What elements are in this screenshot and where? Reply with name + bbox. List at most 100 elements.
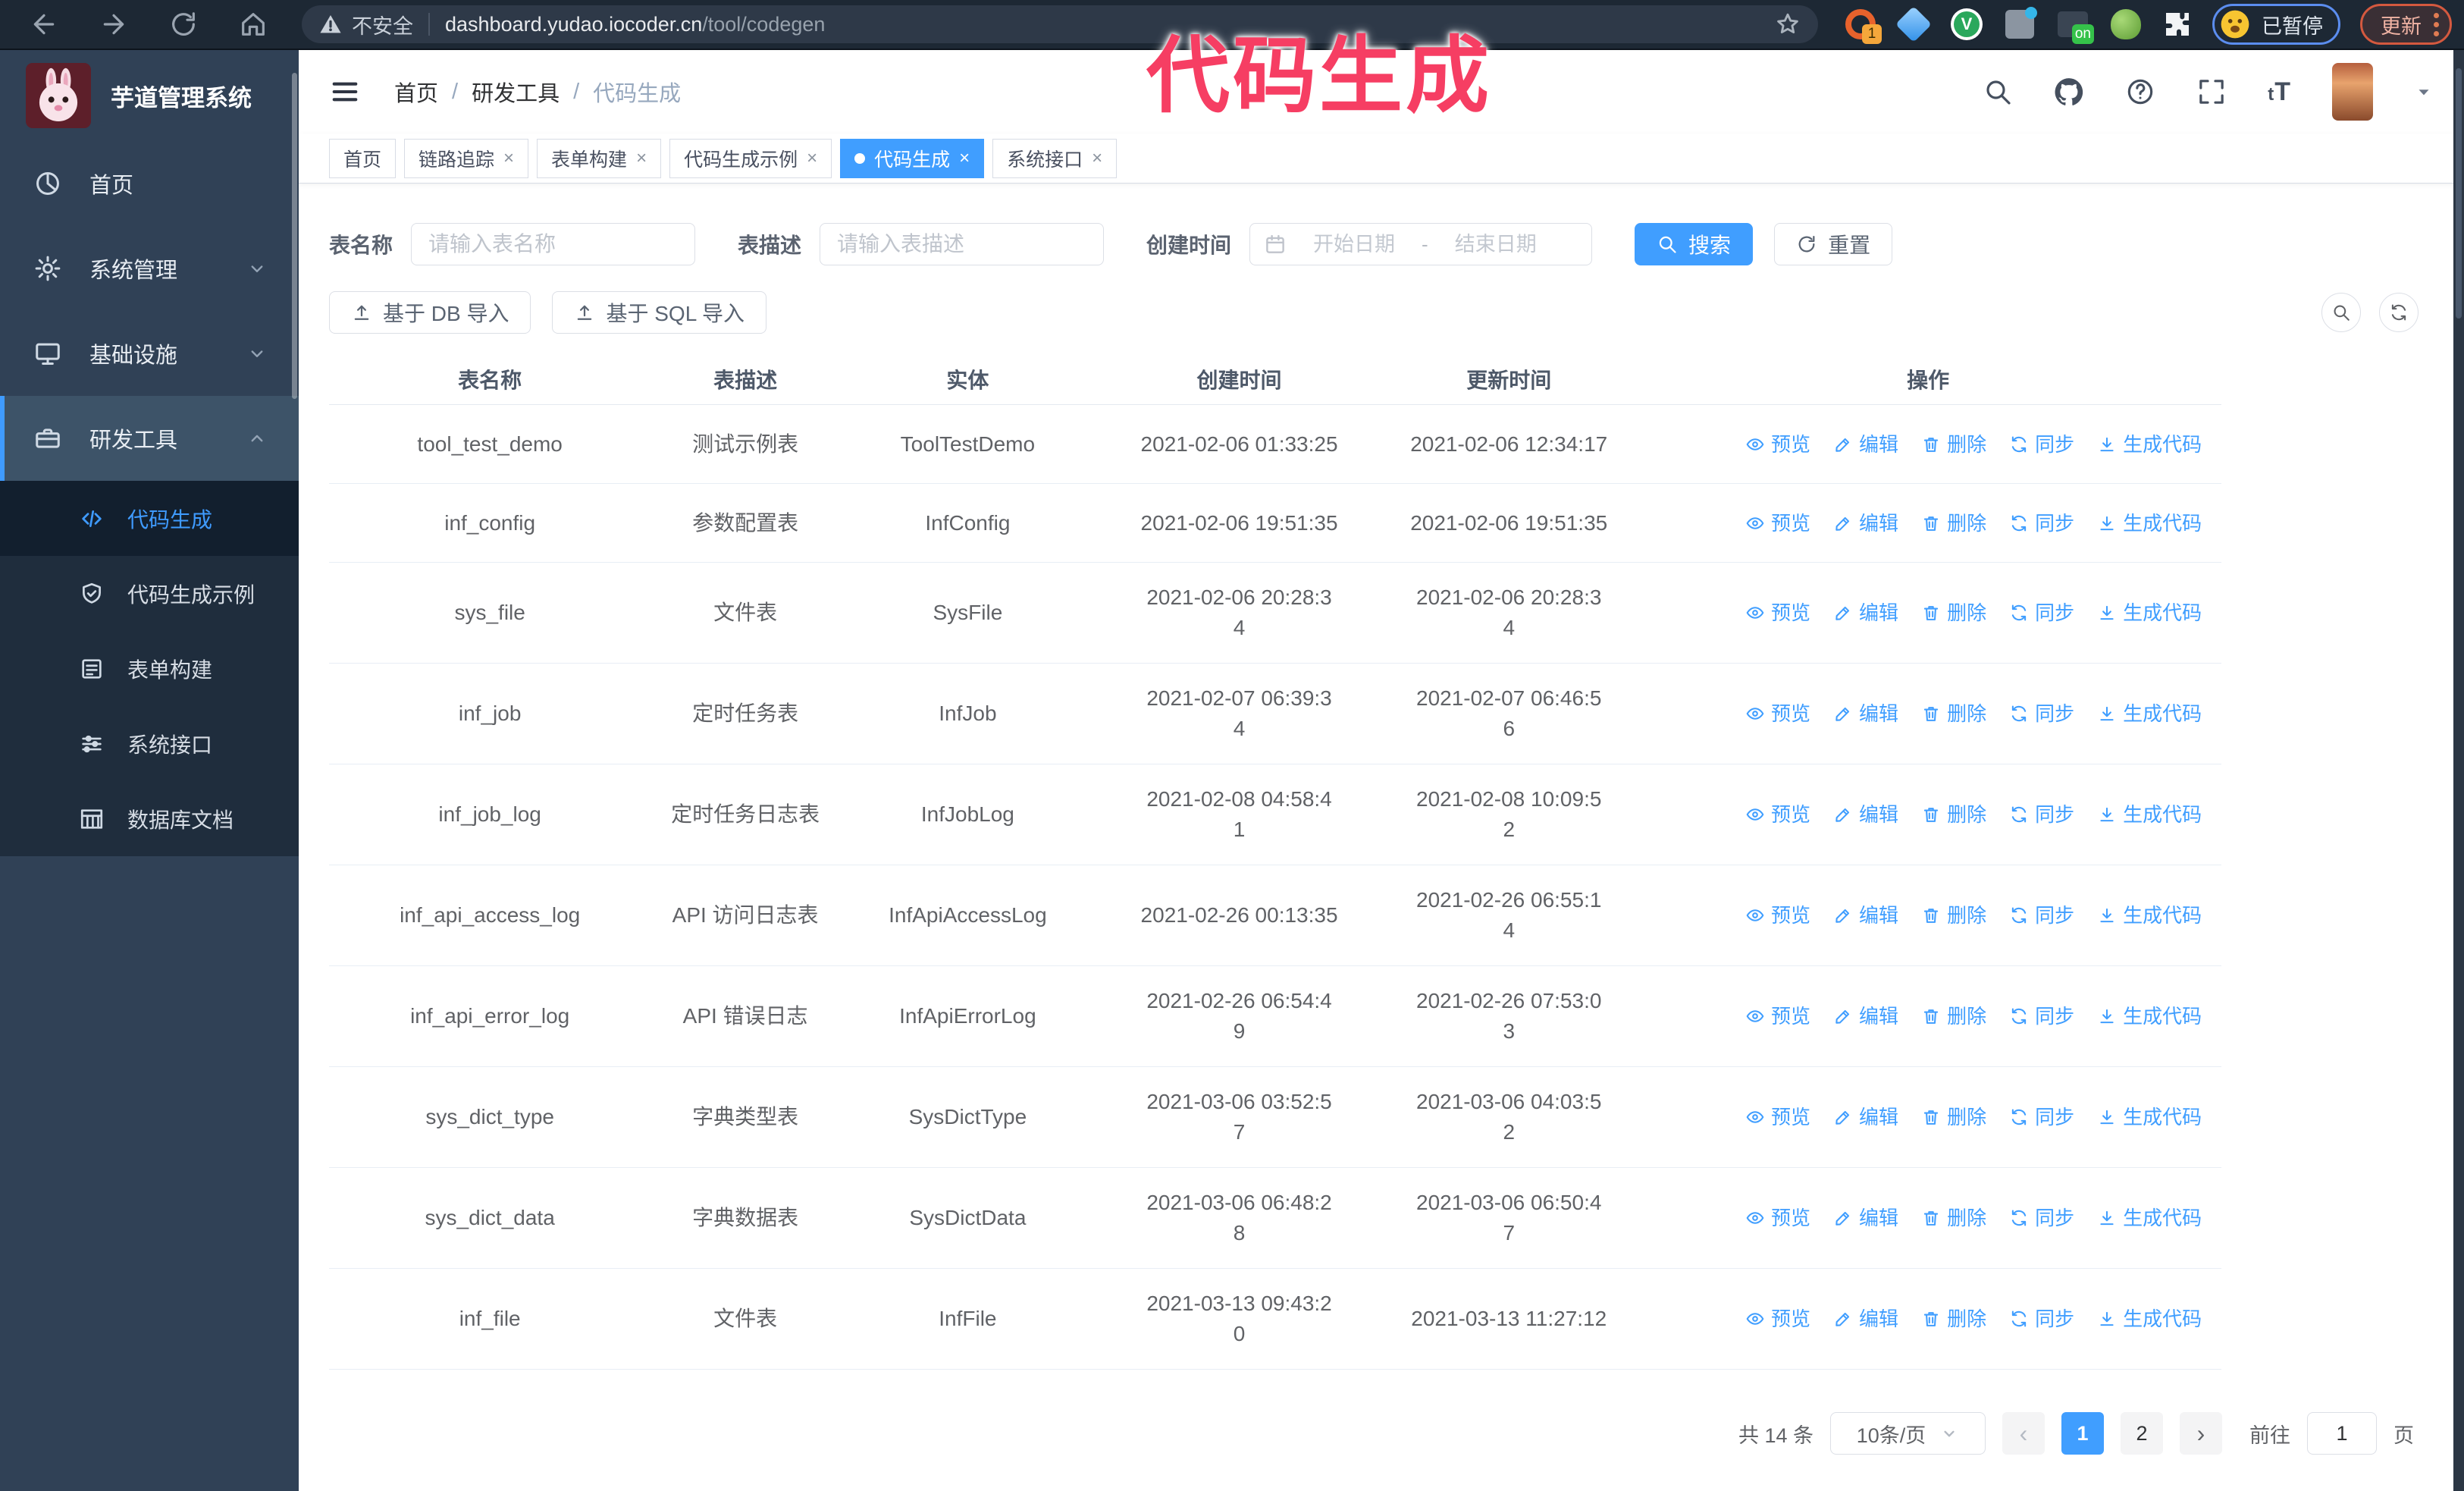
tab-表单构建[interactable]: 表单构建 × [537, 138, 662, 178]
预览-action-link[interactable]: 预览 [1745, 1001, 1810, 1031]
toggle-search-button[interactable] [2321, 293, 2361, 332]
address-bar[interactable]: 不安全 dashboard.yudao.iocoder.cn/tool/code… [302, 5, 1818, 43]
browser-update-button[interactable]: 更新 [2360, 4, 2452, 45]
reset-button[interactable]: 重置 [1774, 223, 1893, 265]
extension-grid-icon[interactable] [2003, 7, 2037, 41]
profile-paused-pill[interactable]: 已暂停 [2212, 4, 2340, 45]
page-button-1[interactable]: 1 [2061, 1412, 2104, 1455]
next-page-button[interactable]: › [2180, 1412, 2222, 1455]
browser-reload-icon[interactable] [168, 9, 199, 39]
同步-action-link[interactable]: 同步 [2009, 698, 2074, 729]
sidebar-scrollbar[interactable] [292, 73, 297, 399]
编辑-action-link[interactable]: 编辑 [1833, 698, 1898, 729]
page-size-select[interactable]: 10条/页 [1830, 1412, 1986, 1455]
sidebar-item-系统管理[interactable]: 系统管理 [0, 226, 299, 311]
生成代码-action-link[interactable]: 生成代码 [2097, 1304, 2202, 1334]
import-sql-button[interactable]: 基于 SQL 导入 [552, 291, 767, 334]
goto-page-input[interactable] [2307, 1412, 2377, 1455]
close-tab-icon[interactable]: × [807, 149, 817, 168]
browser-back-icon[interactable] [29, 9, 59, 39]
删除-action-link[interactable]: 删除 [1921, 1102, 1986, 1132]
sidebar-subitem-代码生成示例[interactable]: 代码生成示例 [0, 556, 299, 631]
生成代码-action-link[interactable]: 生成代码 [2097, 698, 2202, 729]
close-tab-icon[interactable]: × [503, 149, 514, 168]
sidebar-item-研发工具[interactable]: 研发工具 [0, 396, 299, 481]
预览-action-link[interactable]: 预览 [1745, 1102, 1810, 1132]
sidebar-logo[interactable]: 芋道管理系统 [0, 50, 299, 141]
import-db-button[interactable]: 基于 DB 导入 [329, 291, 531, 334]
date-start-input[interactable] [1297, 232, 1412, 256]
sidebar-subitem-数据库文档[interactable]: 数据库文档 [0, 781, 299, 856]
删除-action-link[interactable]: 删除 [1921, 900, 1986, 931]
同步-action-link[interactable]: 同步 [2009, 1304, 2074, 1334]
prev-page-button[interactable]: ‹ [2002, 1412, 2045, 1455]
预览-action-link[interactable]: 预览 [1745, 1304, 1810, 1334]
预览-action-link[interactable]: 预览 [1745, 429, 1810, 460]
预览-action-link[interactable]: 预览 [1745, 1203, 1810, 1233]
删除-action-link[interactable]: 删除 [1921, 508, 1986, 538]
编辑-action-link[interactable]: 编辑 [1833, 1203, 1898, 1233]
预览-action-link[interactable]: 预览 [1745, 598, 1810, 628]
编辑-action-link[interactable]: 编辑 [1833, 508, 1898, 538]
close-tab-icon[interactable]: × [636, 149, 647, 168]
生成代码-action-link[interactable]: 生成代码 [2097, 508, 2202, 538]
page-button-2[interactable]: 2 [2121, 1412, 2163, 1455]
bookmark-star-icon[interactable] [1774, 11, 1801, 38]
help-icon[interactable] [2125, 77, 2155, 107]
close-tab-icon[interactable]: × [959, 149, 970, 168]
extension-green-icon[interactable] [2109, 8, 2143, 41]
tab-代码生成示例[interactable]: 代码生成示例 × [669, 138, 832, 178]
同步-action-link[interactable]: 同步 [2009, 1102, 2074, 1132]
生成代码-action-link[interactable]: 生成代码 [2097, 900, 2202, 931]
删除-action-link[interactable]: 删除 [1921, 598, 1986, 628]
生成代码-action-link[interactable]: 生成代码 [2097, 1001, 2202, 1031]
collapse-sidebar-icon[interactable] [329, 77, 361, 106]
extension-orange-icon[interactable]: 1 [1844, 8, 1882, 44]
tab-首页[interactable]: 首页 [329, 138, 397, 178]
同步-action-link[interactable]: 同步 [2009, 1203, 2074, 1233]
编辑-action-link[interactable]: 编辑 [1833, 1304, 1898, 1334]
预览-action-link[interactable]: 预览 [1745, 900, 1810, 931]
生成代码-action-link[interactable]: 生成代码 [2097, 1102, 2202, 1132]
删除-action-link[interactable]: 删除 [1921, 1203, 1986, 1233]
refresh-table-button[interactable] [2379, 293, 2419, 332]
search-button[interactable]: 搜索 [1635, 223, 1754, 265]
extension-dark-icon[interactable]: on [2056, 8, 2094, 44]
编辑-action-link[interactable]: 编辑 [1833, 799, 1898, 830]
预览-action-link[interactable]: 预览 [1745, 799, 1810, 830]
page-scrollbar[interactable] [2453, 50, 2464, 1491]
编辑-action-link[interactable]: 编辑 [1833, 1102, 1898, 1132]
预览-action-link[interactable]: 预览 [1745, 508, 1810, 538]
close-tab-icon[interactable]: × [1092, 149, 1102, 168]
生成代码-action-link[interactable]: 生成代码 [2097, 799, 2202, 830]
sidebar-subitem-代码生成[interactable]: 代码生成 [0, 481, 299, 556]
sidebar-subitem-系统接口[interactable]: 系统接口 [0, 706, 299, 781]
编辑-action-link[interactable]: 编辑 [1833, 1001, 1898, 1031]
tab-系统接口[interactable]: 系统接口 × [992, 138, 1118, 178]
browser-menu-icon[interactable] [2434, 12, 2439, 36]
date-end-input[interactable] [1438, 232, 1553, 256]
browser-home-icon[interactable] [238, 9, 268, 39]
编辑-action-link[interactable]: 编辑 [1833, 900, 1898, 931]
同步-action-link[interactable]: 同步 [2009, 429, 2074, 460]
同步-action-link[interactable]: 同步 [2009, 1001, 2074, 1031]
font-size-icon[interactable]: tT [2268, 77, 2291, 107]
删除-action-link[interactable]: 删除 [1921, 698, 1986, 729]
同步-action-link[interactable]: 同步 [2009, 508, 2074, 538]
tab-链路追踪[interactable]: 链路追踪 × [404, 138, 529, 178]
编辑-action-link[interactable]: 编辑 [1833, 429, 1898, 460]
编辑-action-link[interactable]: 编辑 [1833, 598, 1898, 628]
删除-action-link[interactable]: 删除 [1921, 1001, 1986, 1031]
breadcrumb-item[interactable]: 首页 [394, 76, 438, 108]
extension-v-icon[interactable]: V [1950, 8, 1983, 41]
sidebar-subitem-表单构建[interactable]: 表单构建 [0, 631, 299, 706]
browser-forward-icon[interactable] [99, 9, 129, 39]
date-range-picker[interactable]: - [1249, 223, 1593, 265]
table-name-input[interactable] [411, 223, 696, 265]
avatar-caret-icon[interactable] [2414, 82, 2434, 102]
breadcrumb-item[interactable]: 研发工具 [472, 76, 560, 108]
extension-gem-icon[interactable] [1895, 5, 1933, 43]
生成代码-action-link[interactable]: 生成代码 [2097, 1203, 2202, 1233]
删除-action-link[interactable]: 删除 [1921, 429, 1986, 460]
删除-action-link[interactable]: 删除 [1921, 799, 1986, 830]
